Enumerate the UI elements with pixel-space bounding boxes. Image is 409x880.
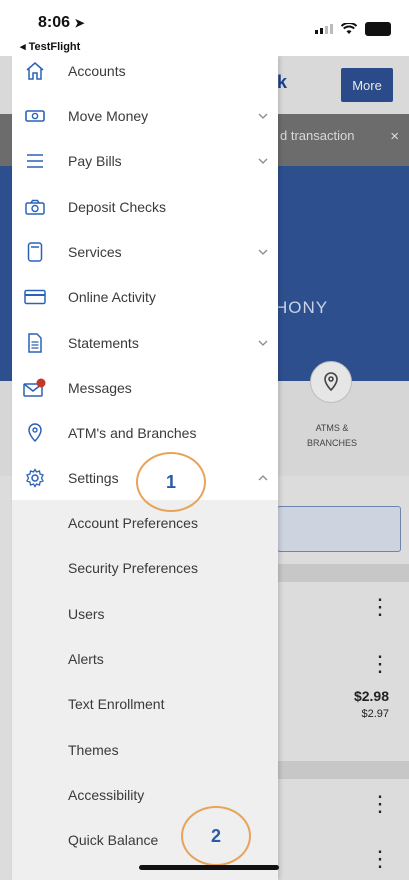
search-field-placeholder[interactable] (277, 506, 401, 552)
status-time: 8:06 ➤ (38, 14, 85, 31)
wifi-icon (341, 23, 357, 34)
submenu-label: Themes (68, 741, 119, 758)
menu-label: Pay Bills (68, 152, 122, 169)
document-icon (23, 331, 47, 355)
menu-label: Messages (68, 379, 132, 396)
submenu-label: Users (68, 605, 105, 622)
chevron-up-icon (258, 474, 268, 480)
submenu-item-themes[interactable]: Themes (12, 727, 278, 772)
more-options-icon[interactable]: ⋮ (369, 793, 391, 815)
location-pin-icon (324, 372, 338, 392)
chevron-down-icon (258, 158, 268, 164)
mail-icon: 6 (23, 376, 53, 400)
atm-quick-button[interactable] (310, 361, 352, 403)
menu-label: Move Money (68, 107, 149, 124)
submenu-label: Accessibility (68, 786, 145, 803)
status-bar: 8:06 ➤ ◂ TestFlight (0, 0, 409, 56)
submenu-item-security-preferences[interactable]: Security Preferences (12, 545, 278, 590)
submenu-label: Security Preferences (68, 559, 198, 576)
submenu-item-users[interactable]: Users (12, 591, 278, 636)
menu-label: Accounts (68, 62, 126, 79)
menu-item-move-money[interactable]: Move Money (12, 93, 278, 138)
menu-item-online-activity[interactable]: Online Activity (12, 274, 278, 319)
close-icon[interactable]: × (390, 128, 399, 145)
chevron-down-icon (258, 340, 268, 346)
submenu-label: Quick Balance (68, 831, 159, 848)
menu-item-services[interactable]: Services (12, 229, 278, 274)
menu-item-statements[interactable]: Statements (12, 320, 278, 365)
annotation-1: 1 (136, 452, 206, 512)
menu-label: ATM's and Branches (68, 424, 197, 441)
home-icon (23, 59, 47, 83)
submenu-label: Text Enrollment (68, 695, 165, 712)
submenu-item-account-preferences[interactable]: Account Preferences (12, 500, 278, 545)
money-icon (23, 104, 47, 128)
account-holder-name: HONY (275, 298, 329, 317)
more-options-icon[interactable]: ⋮ (369, 653, 391, 675)
bank-logo-fragment: k (277, 72, 288, 92)
annotation-2: 2 (181, 806, 251, 866)
submenu-label: Account Preferences (68, 514, 198, 531)
location-arrow-icon: ➤ (74, 16, 85, 30)
camera-icon (23, 195, 47, 219)
menu-label: Settings (68, 469, 119, 486)
status-icons (315, 22, 391, 36)
card-icon (23, 285, 47, 309)
back-to-testflight-link[interactable]: ◂ TestFlight (20, 40, 80, 53)
services-icon (23, 240, 47, 264)
submenu-item-text-enrollment[interactable]: Text Enrollment (12, 681, 278, 726)
menu-label: Statements (68, 334, 139, 351)
messages-badge: 6 (49, 384, 53, 391)
signal-icon (315, 24, 333, 34)
balance-amount: $2.98 (353, 688, 389, 704)
home-indicator[interactable] (139, 865, 279, 870)
menu-item-deposit-checks[interactable]: Deposit Checks (12, 184, 278, 229)
gear-icon (23, 466, 47, 490)
banner-text: d transaction (280, 128, 355, 143)
submenu-label: Alerts (68, 650, 104, 667)
menu-label: Online Activity (68, 288, 156, 305)
menu-item-messages[interactable]: 6 Messages (12, 365, 278, 410)
more-button[interactable]: More (341, 68, 393, 102)
divider (277, 761, 409, 779)
list-icon (23, 149, 47, 173)
location-pin-icon (23, 421, 47, 445)
chevron-down-icon (258, 113, 268, 119)
divider (277, 564, 409, 582)
available-amount: $2.97 (361, 708, 389, 720)
more-options-icon[interactable]: ⋮ (369, 848, 391, 870)
more-options-icon[interactable]: ⋮ (369, 596, 391, 618)
menu-label: Deposit Checks (68, 198, 167, 215)
atm-quick-label: ATMS & BRANCHES (306, 423, 357, 449)
menu-item-atms-branches[interactable]: ATM's and Branches (12, 410, 278, 455)
submenu-item-alerts[interactable]: Alerts (12, 636, 278, 681)
chevron-down-icon (258, 249, 268, 255)
menu-label: Services (68, 243, 122, 260)
battery-icon (365, 22, 391, 36)
submenu-item-accessibility[interactable]: Accessibility (12, 772, 278, 817)
menu-item-pay-bills[interactable]: Pay Bills (12, 138, 278, 183)
